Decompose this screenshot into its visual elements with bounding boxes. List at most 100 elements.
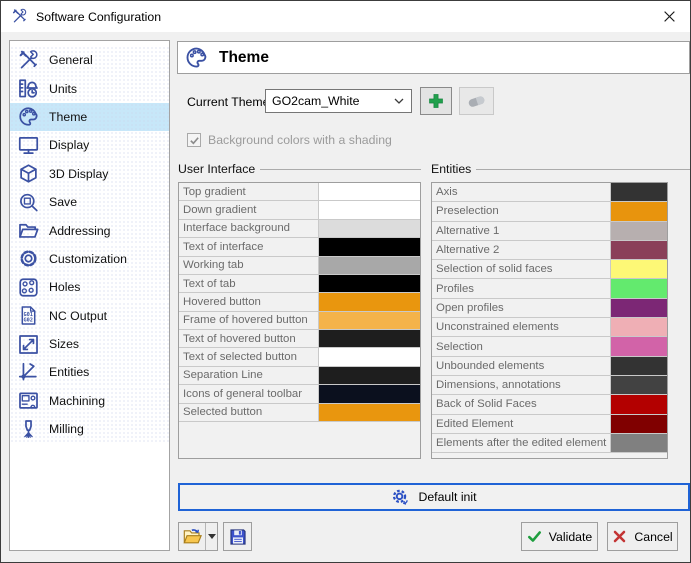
color-swatch[interactable]: [611, 222, 667, 240]
sidebar-item-customization[interactable]: Customization: [10, 245, 169, 273]
color-row-label: Axis: [432, 183, 611, 201]
gear-arrow-icon: [391, 488, 410, 507]
sidebar-item-3d-display[interactable]: 3D Display: [10, 160, 169, 188]
color-row-label: Down gradient: [179, 201, 319, 218]
color-table-entities: AxisPreselectionAlternative 1Alternative…: [431, 182, 668, 459]
palette-icon: [184, 45, 209, 70]
color-row-label: Hovered button: [179, 293, 319, 310]
color-row: Top gradient: [179, 183, 420, 201]
open-theme-split-button[interactable]: [178, 522, 218, 551]
color-swatch[interactable]: [611, 357, 667, 375]
color-swatch[interactable]: [611, 299, 667, 317]
sizes-icon: [17, 333, 40, 356]
cancel-button[interactable]: Cancel: [607, 522, 678, 551]
color-swatch[interactable]: [319, 404, 420, 421]
color-row-label: Selection: [432, 337, 611, 355]
save-theme-button[interactable]: [223, 522, 252, 551]
sidebar-item-entities[interactable]: Entities: [10, 358, 169, 386]
shading-checkbox-label: Background colors with a shading: [208, 133, 392, 147]
color-row-label: Interface background: [179, 220, 319, 237]
color-row: Unconstrained elements: [432, 318, 667, 337]
software-configuration-window: Software Configuration GeneralUnitsTheme…: [0, 0, 691, 563]
sidebar-item-nc-output[interactable]: G01G02NC Output: [10, 302, 169, 330]
color-swatch[interactable]: [319, 348, 420, 365]
sidebar-item-sizes[interactable]: Sizes: [10, 330, 169, 358]
color-row: Axis: [432, 183, 667, 202]
sidebar-item-label: Machining: [49, 394, 105, 408]
color-swatch[interactable]: [319, 330, 420, 347]
color-swatch[interactable]: [319, 293, 420, 310]
entities-icon: [17, 361, 40, 384]
group-title-entities: Entities: [431, 162, 690, 176]
sidebar-item-label: Customization: [49, 252, 127, 266]
color-swatch[interactable]: [611, 260, 667, 278]
color-swatch[interactable]: [319, 312, 420, 329]
color-row-label: Icons of general toolbar: [179, 385, 319, 402]
color-swatch[interactable]: [611, 279, 667, 297]
current-theme-value: GO2cam_White: [272, 94, 359, 108]
validate-button[interactable]: Validate: [521, 522, 598, 551]
sidebar-item-milling[interactable]: Milling: [10, 415, 169, 443]
current-theme-select[interactable]: GO2cam_White: [265, 89, 412, 113]
shading-checkbox[interactable]: [187, 133, 201, 147]
color-swatch[interactable]: [611, 318, 667, 336]
open-theme-dropdown[interactable]: [205, 523, 217, 550]
group-title-text: User Interface: [178, 162, 255, 176]
sidebar-item-holes[interactable]: Holes: [10, 273, 169, 301]
sidebar-item-units[interactable]: Units: [10, 74, 169, 102]
close-button[interactable]: [648, 1, 690, 31]
color-swatch[interactable]: [319, 238, 420, 255]
color-swatch[interactable]: [319, 385, 420, 402]
sidebar-item-label: General: [49, 53, 93, 67]
title-bar[interactable]: Software Configuration: [1, 1, 690, 32]
color-row: Text of selected button: [179, 348, 420, 366]
color-swatch[interactable]: [319, 367, 420, 384]
color-swatch[interactable]: [319, 257, 420, 274]
window-tools-icon: [11, 8, 28, 25]
window-title: Software Configuration: [36, 10, 161, 24]
palette-icon: [17, 105, 40, 128]
color-row: Selection of solid faces: [432, 260, 667, 279]
color-swatch[interactable]: [611, 337, 667, 355]
color-swatch[interactable]: [319, 201, 420, 218]
color-swatch[interactable]: [611, 415, 667, 433]
color-row: Down gradient: [179, 201, 420, 219]
color-row-label: Working tab: [179, 257, 319, 274]
sidebar-item-theme[interactable]: Theme: [10, 103, 169, 131]
color-row: Text of hovered button: [179, 330, 420, 348]
color-swatch[interactable]: [611, 434, 667, 452]
color-row: Profiles: [432, 279, 667, 298]
add-theme-button[interactable]: [420, 87, 452, 115]
color-row: Selected button: [179, 404, 420, 422]
color-swatch[interactable]: [611, 241, 667, 259]
default-init-button[interactable]: Default init: [178, 483, 690, 511]
color-swatch[interactable]: [611, 183, 667, 201]
sidebar: General UnitsTheme Display 3D DisplaySaveAd…: [9, 40, 170, 551]
color-row: Edited Element: [432, 415, 667, 434]
sidebar-item-machining[interactable]: Machining: [10, 387, 169, 415]
open-theme-button[interactable]: [179, 523, 205, 550]
sidebar-item-label: Display: [49, 138, 89, 152]
color-row: Text of tab: [179, 275, 420, 293]
save-search-icon: [17, 191, 40, 214]
sidebar-item-display[interactable]: Display: [10, 131, 169, 159]
page-title: Theme: [219, 49, 269, 67]
milling-icon: [17, 418, 40, 441]
color-row: Dimensions, annotations: [432, 376, 667, 395]
color-swatch[interactable]: [611, 376, 667, 394]
color-swatch[interactable]: [319, 183, 420, 200]
sidebar-item-addressing[interactable]: Addressing: [10, 216, 169, 244]
sidebar-item-save[interactable]: Save: [10, 188, 169, 216]
checkmark-icon: [189, 135, 200, 146]
floppy-icon: [228, 527, 248, 547]
check-icon: [527, 529, 542, 544]
color-row-label: Edited Element: [432, 415, 611, 433]
color-swatch[interactable]: [319, 275, 420, 292]
delete-theme-button[interactable]: [459, 87, 494, 115]
color-swatch[interactable]: [611, 395, 667, 413]
color-swatch[interactable]: [319, 220, 420, 237]
color-row-label: Text of tab: [179, 275, 319, 292]
color-swatch[interactable]: [611, 202, 667, 220]
sidebar-item-general[interactable]: General: [10, 46, 169, 74]
x-icon: [612, 529, 627, 544]
